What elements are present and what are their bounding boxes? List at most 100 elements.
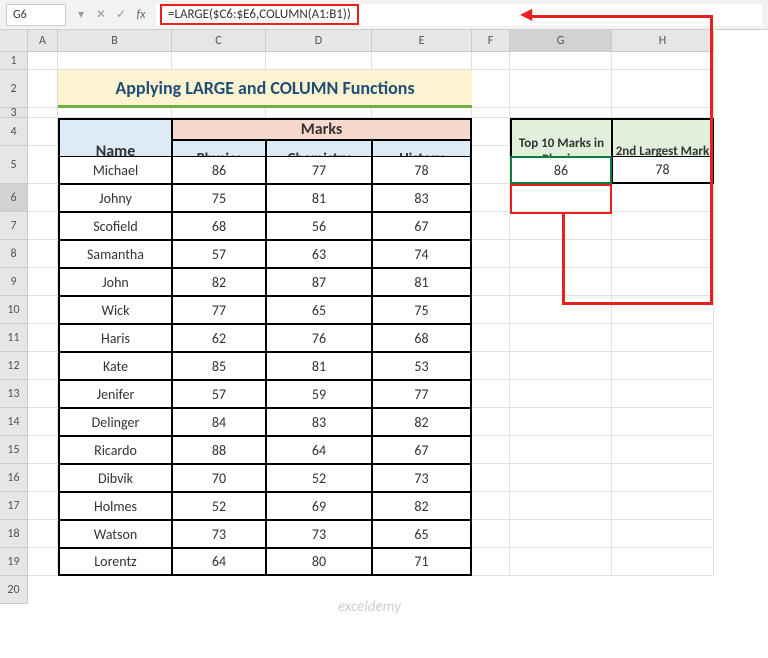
- row-9[interactable]: 9: [0, 268, 28, 296]
- student-name[interactable]: Johny: [58, 184, 172, 212]
- col-F[interactable]: F: [472, 30, 510, 52]
- select-all-corner[interactable]: [0, 30, 28, 52]
- student-name[interactable]: Holmes: [58, 492, 172, 520]
- cell[interactable]: [510, 548, 612, 576]
- cell[interactable]: [266, 52, 372, 70]
- cell[interactable]: [612, 352, 714, 380]
- mark-chemistry[interactable]: 81: [266, 184, 372, 212]
- mark-physics[interactable]: 64: [172, 548, 266, 576]
- cell[interactable]: [510, 268, 612, 296]
- row-16[interactable]: 16: [0, 464, 28, 492]
- mark-physics[interactable]: 84: [172, 408, 266, 436]
- student-name[interactable]: Scofield: [58, 212, 172, 240]
- cell[interactable]: [472, 70, 510, 108]
- row-4[interactable]: 4: [0, 118, 28, 146]
- row-18[interactable]: 18: [0, 520, 28, 548]
- mark-history[interactable]: 82: [372, 408, 472, 436]
- cell[interactable]: [510, 184, 612, 212]
- student-name[interactable]: Wick: [58, 296, 172, 324]
- mark-history[interactable]: 65: [372, 520, 472, 548]
- cell[interactable]: [472, 212, 510, 240]
- cell[interactable]: [372, 52, 472, 70]
- col-H[interactable]: H: [612, 30, 714, 52]
- mark-physics[interactable]: 68: [172, 212, 266, 240]
- cell[interactable]: [58, 52, 172, 70]
- cell[interactable]: [28, 70, 58, 108]
- cell[interactable]: [612, 296, 714, 324]
- row-10[interactable]: 10: [0, 296, 28, 324]
- row-3[interactable]: 3: [0, 108, 28, 118]
- cell[interactable]: [612, 268, 714, 296]
- row-13[interactable]: 13: [0, 380, 28, 408]
- row-2[interactable]: 2: [0, 70, 28, 108]
- mark-history[interactable]: 67: [372, 436, 472, 464]
- dropdown-icon[interactable]: ▾: [74, 7, 88, 22]
- formula-bar[interactable]: =LARGE($C6:$E6,COLUMN(A1:B1)): [156, 4, 762, 26]
- cell[interactable]: [28, 240, 58, 268]
- cell[interactable]: [472, 492, 510, 520]
- mark-history[interactable]: 75: [372, 296, 472, 324]
- mark-chemistry[interactable]: 69: [266, 492, 372, 520]
- cell[interactable]: [172, 52, 266, 70]
- cell[interactable]: [28, 380, 58, 408]
- cell[interactable]: [28, 548, 58, 576]
- mark-chemistry[interactable]: 76: [266, 324, 372, 352]
- cell[interactable]: [510, 324, 612, 352]
- cell[interactable]: [612, 240, 714, 268]
- student-name[interactable]: Michael: [58, 156, 172, 184]
- mark-chemistry[interactable]: 64: [266, 436, 372, 464]
- student-name[interactable]: Dibvik: [58, 464, 172, 492]
- row-11[interactable]: 11: [0, 324, 28, 352]
- enter-icon[interactable]: ✓: [114, 7, 128, 22]
- cell[interactable]: [612, 70, 714, 108]
- student-name[interactable]: John: [58, 268, 172, 296]
- col-B[interactable]: B: [58, 30, 172, 52]
- col-D[interactable]: D: [266, 30, 372, 52]
- mark-chemistry[interactable]: 65: [266, 296, 372, 324]
- cell[interactable]: [612, 108, 714, 118]
- cell[interactable]: [28, 352, 58, 380]
- marks-header-span[interactable]: Marks: [172, 118, 472, 140]
- student-name[interactable]: Samantha: [58, 240, 172, 268]
- mark-history[interactable]: 82: [372, 492, 472, 520]
- mark-history[interactable]: 67: [372, 212, 472, 240]
- cell[interactable]: [28, 52, 58, 70]
- student-name[interactable]: Delinger: [58, 408, 172, 436]
- cell[interactable]: [472, 464, 510, 492]
- cell[interactable]: [28, 324, 58, 352]
- mark-history[interactable]: 73: [372, 464, 472, 492]
- cell[interactable]: [472, 520, 510, 548]
- cell[interactable]: [28, 464, 58, 492]
- cell[interactable]: [472, 436, 510, 464]
- cell[interactable]: [612, 380, 714, 408]
- mark-physics[interactable]: 57: [172, 380, 266, 408]
- result-cell[interactable]: 78: [612, 156, 714, 184]
- cell[interactable]: [28, 184, 58, 212]
- mark-physics[interactable]: 86: [172, 156, 266, 184]
- cell[interactable]: [510, 296, 612, 324]
- cell[interactable]: [510, 240, 612, 268]
- cell[interactable]: [612, 492, 714, 520]
- mark-chemistry[interactable]: 73: [266, 520, 372, 548]
- row-17[interactable]: 17: [0, 492, 28, 520]
- cell[interactable]: [58, 108, 172, 118]
- selected-cell[interactable]: 86: [510, 156, 612, 184]
- cell[interactable]: [472, 240, 510, 268]
- cell[interactable]: [172, 108, 266, 118]
- cell[interactable]: [612, 548, 714, 576]
- row-19[interactable]: 19: [0, 548, 28, 576]
- mark-physics[interactable]: 82: [172, 268, 266, 296]
- row-15[interactable]: 15: [0, 436, 28, 464]
- mark-history[interactable]: 53: [372, 352, 472, 380]
- cell[interactable]: [472, 352, 510, 380]
- cell[interactable]: [510, 212, 612, 240]
- cell[interactable]: [612, 436, 714, 464]
- col-C[interactable]: C: [172, 30, 266, 52]
- mark-physics[interactable]: 52: [172, 492, 266, 520]
- cell[interactable]: [510, 380, 612, 408]
- cell[interactable]: [28, 492, 58, 520]
- cell[interactable]: [28, 520, 58, 548]
- cell[interactable]: [612, 52, 714, 70]
- cell[interactable]: [472, 184, 510, 212]
- mark-chemistry[interactable]: 52: [266, 464, 372, 492]
